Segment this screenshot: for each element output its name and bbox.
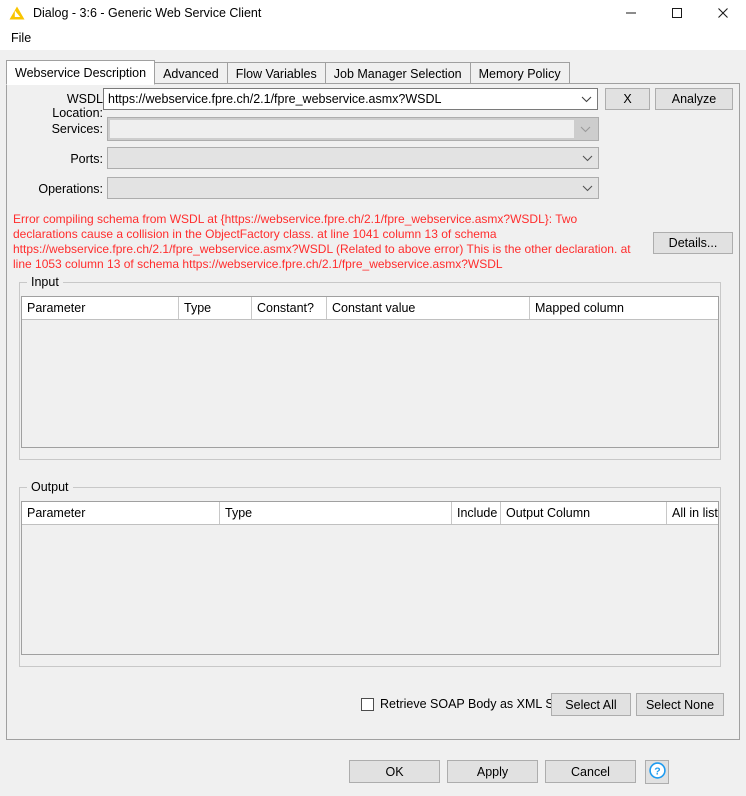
output-group-title: Output (27, 480, 73, 494)
tab-advanced[interactable]: Advanced (154, 62, 228, 85)
services-value (110, 120, 574, 138)
input-table-body[interactable] (22, 320, 718, 447)
wsdl-location-value: https://webservice.fpre.ch/2.1/fpre_webs… (108, 92, 442, 106)
maximize-button[interactable] (654, 0, 700, 26)
tab-flow-variables[interactable]: Flow Variables (226, 62, 326, 85)
minimize-button[interactable] (608, 0, 654, 26)
select-none-button[interactable]: Select None (636, 693, 724, 716)
input-table[interactable]: Parameter Type Constant? Constant value … (21, 296, 719, 448)
ports-label: Ports: (70, 152, 103, 166)
window-titlebar: Dialog - 3:6 - Generic Web Service Clien… (0, 0, 746, 26)
retrieve-soap-label: Retrieve SOAP Body as XML String (380, 697, 579, 711)
window-controls (608, 0, 746, 26)
svg-text:?: ? (654, 765, 660, 777)
output-col-all-in-list[interactable]: All in list (667, 502, 718, 524)
analyze-button[interactable]: Analyze (655, 88, 733, 110)
tab-webservice-description[interactable]: Webservice Description (6, 60, 156, 85)
tab-label: Job Manager Selection (333, 67, 462, 81)
input-col-constant[interactable]: Constant? (252, 297, 327, 319)
output-col-include[interactable]: Include (452, 502, 501, 524)
output-col-output-column[interactable]: Output Column (501, 502, 667, 524)
tab-label: Flow Variables (235, 67, 317, 81)
services-label: Services: (51, 122, 103, 136)
input-col-constant-value[interactable]: Constant value (327, 297, 530, 319)
ok-button[interactable]: OK (349, 760, 440, 783)
schema-error-message: Error compiling schema from WSDL at {htt… (13, 212, 631, 271)
retrieve-soap-checkbox[interactable] (361, 697, 374, 711)
dialog-footer: OK Apply Cancel ? (0, 740, 746, 796)
tab-label: Advanced (163, 67, 219, 81)
output-col-type[interactable]: Type (220, 502, 452, 524)
wsdl-location-input[interactable]: https://webservice.fpre.ch/2.1/fpre_webs… (103, 88, 598, 110)
tab-strip: Webservice Description Advanced Flow Var… (0, 50, 746, 85)
help-icon: ? (648, 762, 666, 782)
menu-item-file[interactable]: File (5, 29, 37, 47)
operations-label: Operations: (38, 182, 103, 196)
knime-triangle-icon (8, 4, 26, 22)
ports-dropdown[interactable] (107, 147, 599, 169)
chevron-down-icon[interactable] (575, 89, 597, 109)
chevron-down-icon[interactable] (576, 148, 598, 168)
tab-memory-policy[interactable]: Memory Policy (469, 62, 570, 85)
clear-wsdl-button[interactable]: X (605, 88, 650, 110)
retrieve-soap-checkbox-row[interactable]: Retrieve SOAP Body as XML String (361, 697, 578, 711)
tab-label: Webservice Description (15, 65, 147, 80)
cancel-button[interactable]: Cancel (545, 760, 636, 783)
services-dropdown[interactable] (107, 117, 599, 141)
output-table[interactable]: Parameter Type Include Output Column All… (21, 501, 719, 655)
select-all-button[interactable]: Select All (551, 693, 631, 716)
help-button[interactable]: ? (645, 760, 669, 784)
chevron-down-icon[interactable] (576, 178, 598, 198)
output-col-parameter[interactable]: Parameter (22, 502, 220, 524)
output-table-body[interactable] (22, 525, 718, 654)
apply-button[interactable]: Apply (447, 760, 538, 783)
webservice-description-panel: WSDL Location: https://webservice.fpre.c… (6, 83, 740, 740)
operations-dropdown[interactable] (107, 177, 599, 199)
tab-label: Memory Policy (478, 67, 561, 81)
input-col-mapped-column[interactable]: Mapped column (530, 297, 718, 319)
input-col-parameter[interactable]: Parameter (22, 297, 179, 319)
menu-bar: File (0, 26, 746, 50)
input-group-title: Input (27, 275, 63, 289)
output-table-header: Parameter Type Include Output Column All… (22, 502, 718, 525)
window-title: Dialog - 3:6 - Generic Web Service Clien… (33, 6, 262, 20)
close-button[interactable] (700, 0, 746, 26)
details-button[interactable]: Details... (653, 232, 733, 254)
input-table-header: Parameter Type Constant? Constant value … (22, 297, 718, 320)
wsdl-location-label: WSDL Location: (52, 92, 103, 120)
input-col-type[interactable]: Type (179, 297, 252, 319)
chevron-down-icon[interactable] (574, 119, 596, 139)
tab-job-manager-selection[interactable]: Job Manager Selection (324, 62, 471, 85)
